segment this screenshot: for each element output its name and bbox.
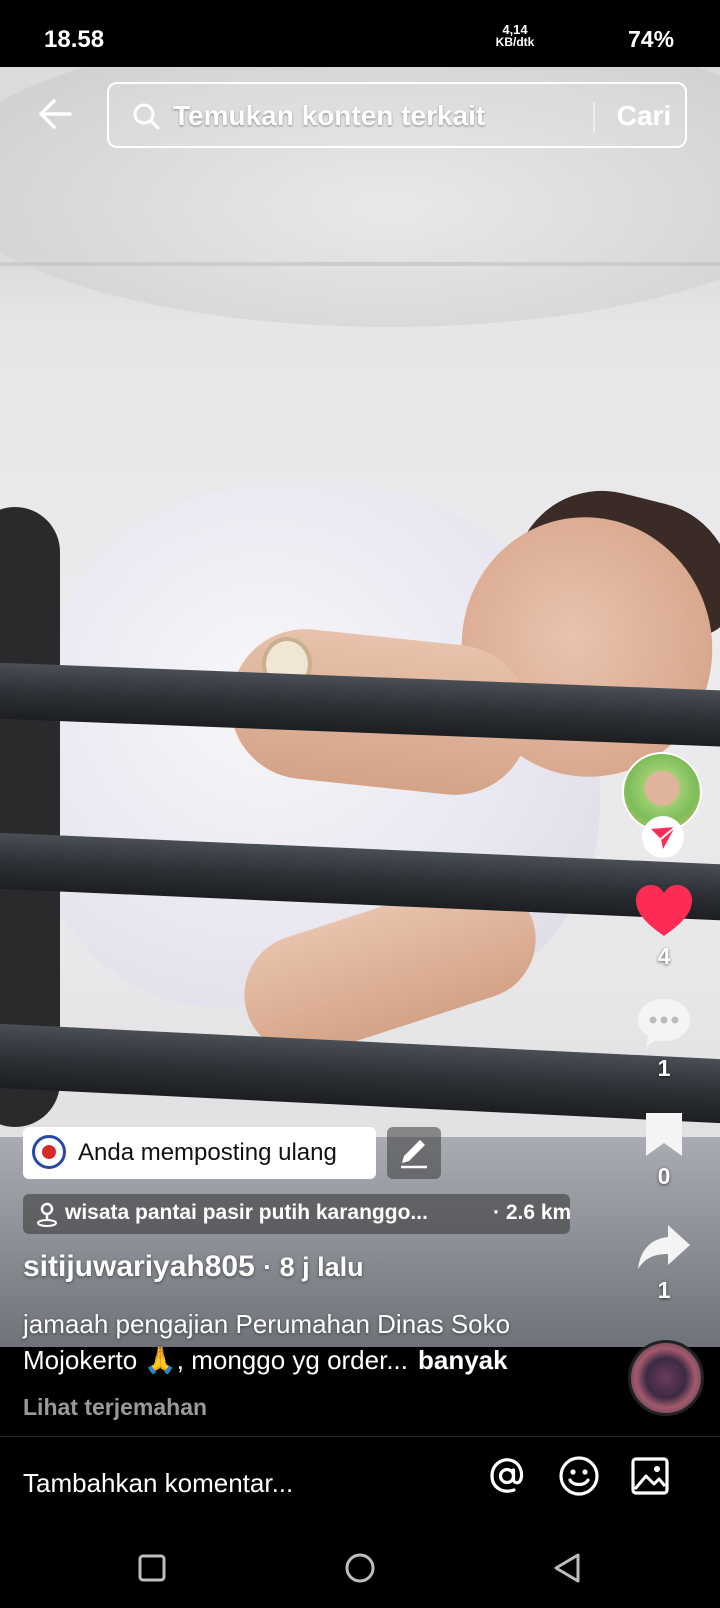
- edit-repost-button[interactable]: [387, 1127, 441, 1179]
- network-speed: 4,14 KB/dtk: [494, 23, 536, 49]
- home-circle-icon[interactable]: [344, 1552, 376, 1584]
- search-bar[interactable]: Temukan konten terkait Cari: [107, 82, 687, 148]
- author-username[interactable]: sitijuwariyah805: [23, 1250, 255, 1283]
- search-input[interactable]: Temukan konten terkait: [173, 100, 573, 132]
- battery-level: 74%: [628, 26, 675, 52]
- comment-count: 1: [657, 1055, 671, 1081]
- location-name: wisata pantai pasir putih karanggo...: [65, 1201, 428, 1224]
- smiley-icon[interactable]: [557, 1454, 601, 1498]
- caption[interactable]: jamaah pengajian Perumahan Dinas Soko Mo…: [23, 1306, 603, 1378]
- repost-chip[interactable]: Anda memposting ulang: [23, 1127, 376, 1179]
- author-line[interactable]: sitijuwariyah805 · 8 j lalu: [23, 1250, 364, 1284]
- caption-more-link[interactable]: banyak: [418, 1345, 508, 1375]
- location-pin-icon: [37, 1202, 57, 1227]
- image-icon[interactable]: [630, 1456, 670, 1496]
- save-button[interactable]: 0: [626, 1110, 702, 1190]
- arrow-left-icon: [39, 99, 72, 129]
- status-time: 18.58: [44, 26, 105, 53]
- screen: 18.58 4,14 KB/dtk 74% Temukan konten ter…: [0, 0, 720, 1608]
- location-distance: · 2.6 km: [493, 1201, 572, 1224]
- search-divider: [593, 102, 595, 132]
- like-count: 4: [657, 943, 671, 969]
- search-icon: [133, 103, 160, 130]
- network-speed-unit: KB/dtk: [495, 35, 535, 49]
- search-button[interactable]: Cari: [609, 100, 679, 132]
- comment-bubble-icon: [638, 999, 690, 1047]
- back-triangle-icon[interactable]: [552, 1552, 582, 1584]
- save-count: 0: [657, 1163, 671, 1189]
- status-bar: 18.58 4,14 KB/dtk 74%: [0, 0, 720, 67]
- follow-button[interactable]: [642, 816, 684, 858]
- like-button[interactable]: 4: [626, 884, 702, 970]
- at-sign-icon[interactable]: [485, 1454, 529, 1498]
- heart-icon: [636, 885, 692, 936]
- paper-plane-icon: [651, 826, 676, 849]
- comment-input[interactable]: Tambahkan komentar...: [23, 1468, 293, 1499]
- comment-divider: [0, 1436, 720, 1437]
- bookmark-icon: [646, 1113, 682, 1156]
- pencil-icon: [401, 1140, 427, 1169]
- share-count: 1: [657, 1277, 671, 1303]
- share-arrow-icon: [638, 1225, 690, 1269]
- share-button[interactable]: 1: [626, 1222, 702, 1304]
- post-time: · 8 j lalu: [263, 1252, 364, 1282]
- see-translation-link[interactable]: Lihat terjemahan: [23, 1394, 207, 1421]
- music-disc[interactable]: [628, 1340, 704, 1416]
- comment-button[interactable]: 1: [626, 996, 702, 1082]
- location-chip[interactable]: wisata pantai pasir putih karanggo... · …: [23, 1194, 572, 1234]
- recents-square-icon[interactable]: [138, 1554, 166, 1582]
- video-ceiling-line: [0, 262, 720, 266]
- back-button[interactable]: [34, 92, 78, 136]
- repost-label: Anda memposting ulang: [78, 1139, 337, 1166]
- repost-logo: [32, 1135, 66, 1169]
